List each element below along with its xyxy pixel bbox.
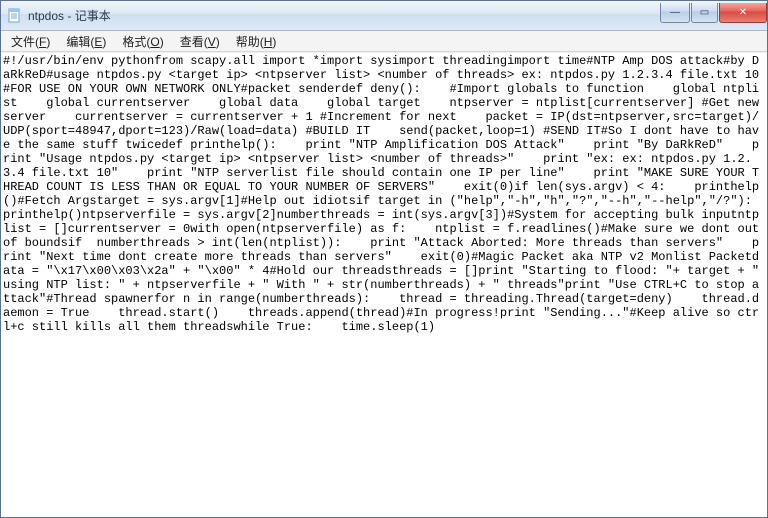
menu-file[interactable]: 文件(F) xyxy=(3,31,58,52)
titlebar[interactable]: ntpdos - 记事本 — ▭ ✕ xyxy=(1,1,767,31)
minimize-button[interactable]: — xyxy=(660,3,690,23)
editor-area[interactable]: #!/usr/bin/env pythonfrom scapy.all impo… xyxy=(1,52,767,517)
editor-text[interactable]: #!/usr/bin/env pythonfrom scapy.all impo… xyxy=(1,53,767,335)
close-icon: ✕ xyxy=(739,7,747,18)
notepad-window: ntpdos - 记事本 — ▭ ✕ 文件(F) 编辑(E) 格式(O) 查看(… xyxy=(0,0,768,518)
window-buttons: — ▭ ✕ xyxy=(659,3,767,23)
window-title: ntpdos - 记事本 xyxy=(28,7,659,24)
menu-format[interactable]: 格式(O) xyxy=(114,31,171,52)
menu-view[interactable]: 查看(V) xyxy=(172,31,228,52)
maximize-button[interactable]: ▭ xyxy=(691,3,718,23)
maximize-icon: ▭ xyxy=(700,7,709,18)
notepad-icon xyxy=(7,8,23,24)
menu-help[interactable]: 帮助(H) xyxy=(228,31,285,52)
close-button[interactable]: ✕ xyxy=(719,3,767,23)
menu-edit[interactable]: 编辑(E) xyxy=(58,31,114,52)
menubar: 文件(F) 编辑(E) 格式(O) 查看(V) 帮助(H) xyxy=(1,31,767,52)
minimize-icon: — xyxy=(670,7,680,18)
